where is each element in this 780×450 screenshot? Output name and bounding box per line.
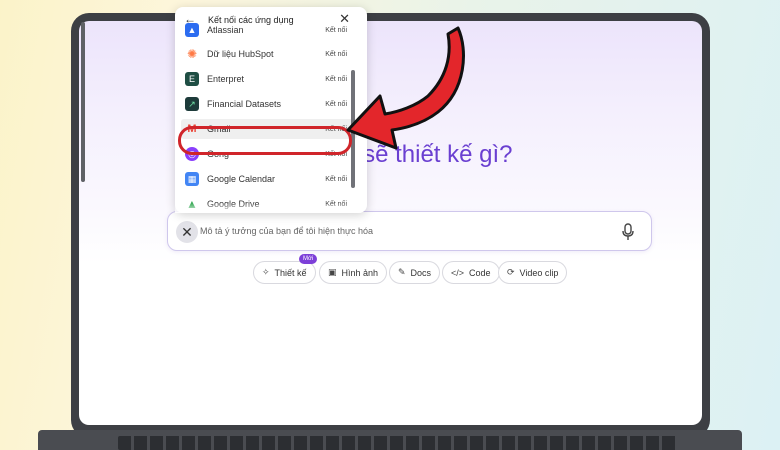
app-name: Atlassian <box>207 25 244 35</box>
financial-datasets-icon: ↗ <box>185 97 199 111</box>
hubspot-icon: ✺ <box>186 47 198 61</box>
app-row-enterpret[interactable]: E Enterpret Kết nối <box>181 69 357 89</box>
image-icon: ▣ <box>328 267 337 277</box>
mode-label: Code <box>469 267 491 278</box>
code-icon: </> <box>451 267 465 278</box>
video-icon: ⟳ <box>507 267 515 277</box>
close-icon[interactable]: ✕ <box>176 221 198 243</box>
prompt-box[interactable]: ✕ <box>167 211 652 251</box>
page-scrollbar[interactable] <box>81 22 85 182</box>
mode-docs-button[interactable]: ✎ Docs <box>389 261 441 284</box>
popup-fade <box>175 203 355 213</box>
app-row-hubspot[interactable]: ✺ Dữ liệu HubSpot Kết nối <box>181 44 357 64</box>
mode-label: Thiết kế <box>274 267 307 278</box>
app-name: Dữ liệu HubSpot <box>207 49 274 59</box>
sparkle-icon: ✧ <box>262 267 270 277</box>
gmail-highlight-ring <box>178 126 352 155</box>
mode-label: Docs <box>410 267 432 278</box>
mode-label: Video clip <box>519 267 559 278</box>
mode-image-button[interactable]: ▣ Hình ảnh <box>319 261 388 284</box>
mode-label: Hình ảnh <box>341 267 379 278</box>
mode-code-button[interactable]: </> Code <box>442 261 500 284</box>
new-badge: Mới <box>299 254 318 264</box>
pointer-arrow-icon <box>346 26 465 150</box>
prompt-input[interactable] <box>200 222 600 240</box>
app-row-atlassian[interactable]: ▲ Atlassian Kết nối <box>181 20 357 40</box>
app-row-financial-datasets[interactable]: ↗ Financial Datasets Kết nối <box>181 94 357 114</box>
docs-icon: ✎ <box>398 267 406 277</box>
mode-video-button[interactable]: ⟳ Video clip <box>498 261 568 284</box>
app-row-google-calendar[interactable]: ▦ Google Calendar Kết nối <box>181 169 357 189</box>
app-name: Enterpret <box>207 74 245 84</box>
atlassian-icon: ▲ <box>185 23 199 37</box>
connect-apps-popup: ← Kết nối các ứng dụng ✕ ▲ Atlassian Kết… <box>175 7 367 213</box>
app-name: Google Calendar <box>207 174 276 184</box>
mode-design-button[interactable]: ✧ Thiết kế <box>253 261 316 284</box>
enterpret-icon: E <box>185 72 199 86</box>
microphone-icon[interactable] <box>621 223 635 241</box>
keyboard <box>118 436 678 450</box>
app-name: Financial Datasets <box>207 99 282 109</box>
connect-button[interactable]: Kết nối <box>325 176 347 183</box>
google-calendar-icon: ▦ <box>185 172 199 186</box>
